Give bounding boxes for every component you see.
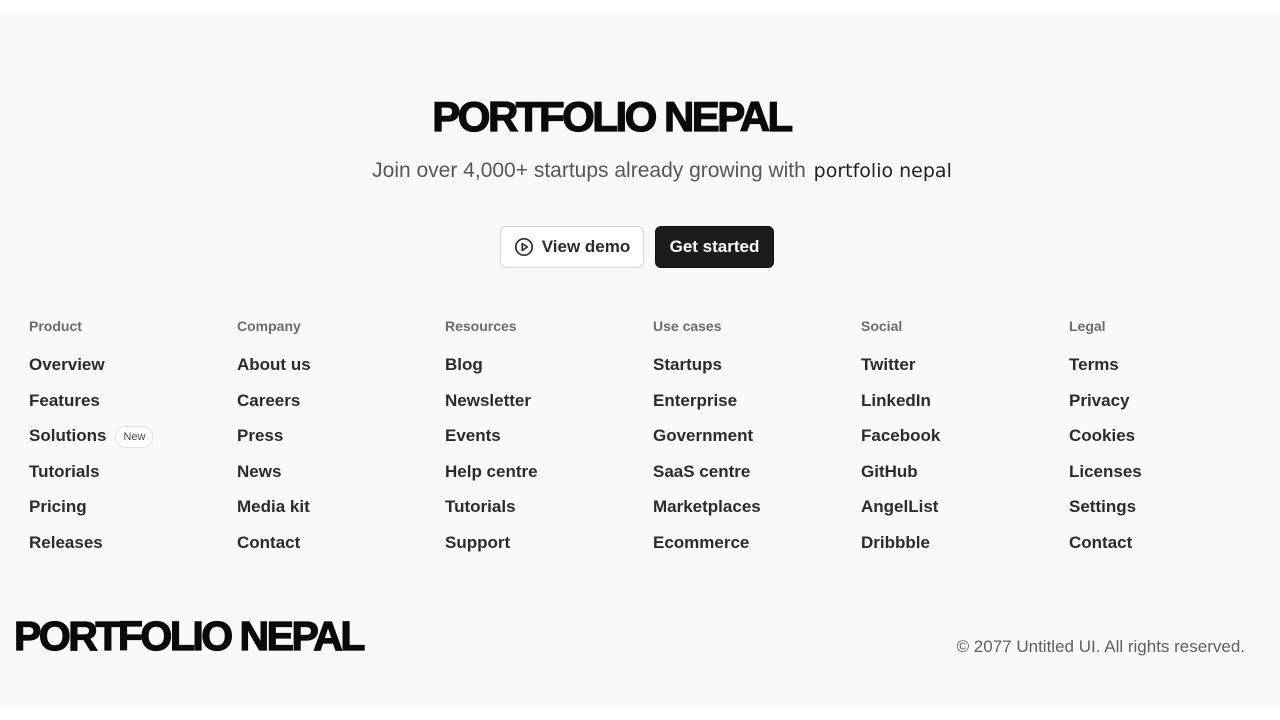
footer-link[interactable]: Startups <box>653 354 853 390</box>
footer-link[interactable]: Features <box>29 390 229 426</box>
footer-link[interactable]: Terms <box>1069 354 1269 390</box>
footer-link[interactable]: GitHub <box>861 461 1061 497</box>
footer-link[interactable]: Overview <box>29 354 229 390</box>
footer-link-solutions[interactable]: Solutions New <box>29 425 229 461</box>
view-demo-button[interactable]: View demo <box>500 226 644 268</box>
footer-link[interactable]: Media kit <box>237 496 437 532</box>
footer-link[interactable]: Press <box>237 425 437 461</box>
footer-link[interactable]: Releases <box>29 532 229 568</box>
footer-link[interactable]: Pricing <box>29 496 229 532</box>
footer-link[interactable]: AngelList <box>861 496 1061 532</box>
footer-link[interactable]: Support <box>445 532 645 568</box>
footer-link[interactable]: Careers <box>237 390 437 426</box>
column-heading: Resources <box>445 318 517 334</box>
footer-link[interactable]: Tutorials <box>445 496 645 532</box>
footer-link[interactable]: Help centre <box>445 461 645 497</box>
link-list: Blog Newsletter Events Help centre Tutor… <box>445 354 645 567</box>
footer-link[interactable]: News <box>237 461 437 497</box>
footer-link[interactable]: LinkedIn <box>861 390 1061 426</box>
link-list: Terms Privacy Cookies Licenses Settings … <box>1069 354 1269 567</box>
footer-link-label: Solutions <box>29 426 107 445</box>
footer-link[interactable]: Twitter <box>861 354 1061 390</box>
footer-link[interactable]: Government <box>653 425 853 461</box>
copyright-text: © 2077 Untitled UI. All rights reserved. <box>956 637 1245 656</box>
footer-link[interactable]: About us <box>237 354 437 390</box>
column-heading: Legal <box>1069 318 1106 334</box>
new-badge: New <box>115 426 154 448</box>
footer-link[interactable]: Events <box>445 425 645 461</box>
footer-column-product: Product Overview Features Solutions New … <box>29 317 229 567</box>
tagline-brand: portfolio nepal <box>813 160 952 182</box>
footer-link[interactable]: Blog <box>445 354 645 390</box>
footer-column-legal: Legal Terms Privacy Cookies Licenses Set… <box>1069 317 1269 567</box>
footer-link[interactable]: Contact <box>1069 532 1269 568</box>
tagline: Join over 4,000+ startups already growin… <box>0 159 1280 183</box>
footer-link[interactable]: Newsletter <box>445 390 645 426</box>
hero-logo: PORTFOLIO NEPAL <box>432 92 794 140</box>
column-heading: Company <box>237 318 301 334</box>
tagline-text: Join over 4,000+ startups already growin… <box>372 159 806 182</box>
footer-link[interactable]: SaaS centre <box>653 461 853 497</box>
view-demo-label: View demo <box>541 237 631 256</box>
link-list: About us Careers Press News Media kit Co… <box>237 354 437 567</box>
footer-column-company: Company About us Careers Press News Medi… <box>237 317 437 567</box>
footer-link[interactable]: Facebook <box>861 425 1061 461</box>
footer: PORTFOLIO NEPAL Join over 4,000+ startup… <box>0 15 1280 705</box>
footer-link[interactable]: Settings <box>1069 496 1269 532</box>
column-heading: Product <box>29 318 82 334</box>
footer-link[interactable]: Marketplaces <box>653 496 853 532</box>
link-list: Overview Features Solutions New Tutorial… <box>29 354 229 567</box>
footer-column-resources: Resources Blog Newsletter Events Help ce… <box>445 317 645 567</box>
footer-link[interactable]: Ecommerce <box>653 532 853 568</box>
column-heading: Social <box>861 318 903 334</box>
footer-column-use-cases: Use cases Startups Enterprise Government… <box>653 317 853 567</box>
get-started-button[interactable]: Get started <box>655 226 774 268</box>
footer-link[interactable]: Cookies <box>1069 425 1269 461</box>
footer-link[interactable]: Contact <box>237 532 437 568</box>
footer-link[interactable]: Privacy <box>1069 390 1269 426</box>
column-heading: Use cases <box>653 318 722 334</box>
footer-link[interactable]: Enterprise <box>653 390 853 426</box>
play-circle-icon <box>514 237 534 257</box>
footer-column-social: Social Twitter LinkedIn Facebook GitHub … <box>861 317 1061 567</box>
footer-logo[interactable]: PORTFOLIO NEPAL <box>13 612 366 660</box>
footer-link[interactable]: Dribbble <box>861 532 1061 568</box>
link-list: Startups Enterprise Government SaaS cent… <box>653 354 853 567</box>
link-list: Twitter LinkedIn Facebook GitHub AngelLi… <box>861 354 1061 567</box>
footer-link[interactable]: Tutorials <box>29 461 229 497</box>
footer-link[interactable]: Licenses <box>1069 461 1269 497</box>
